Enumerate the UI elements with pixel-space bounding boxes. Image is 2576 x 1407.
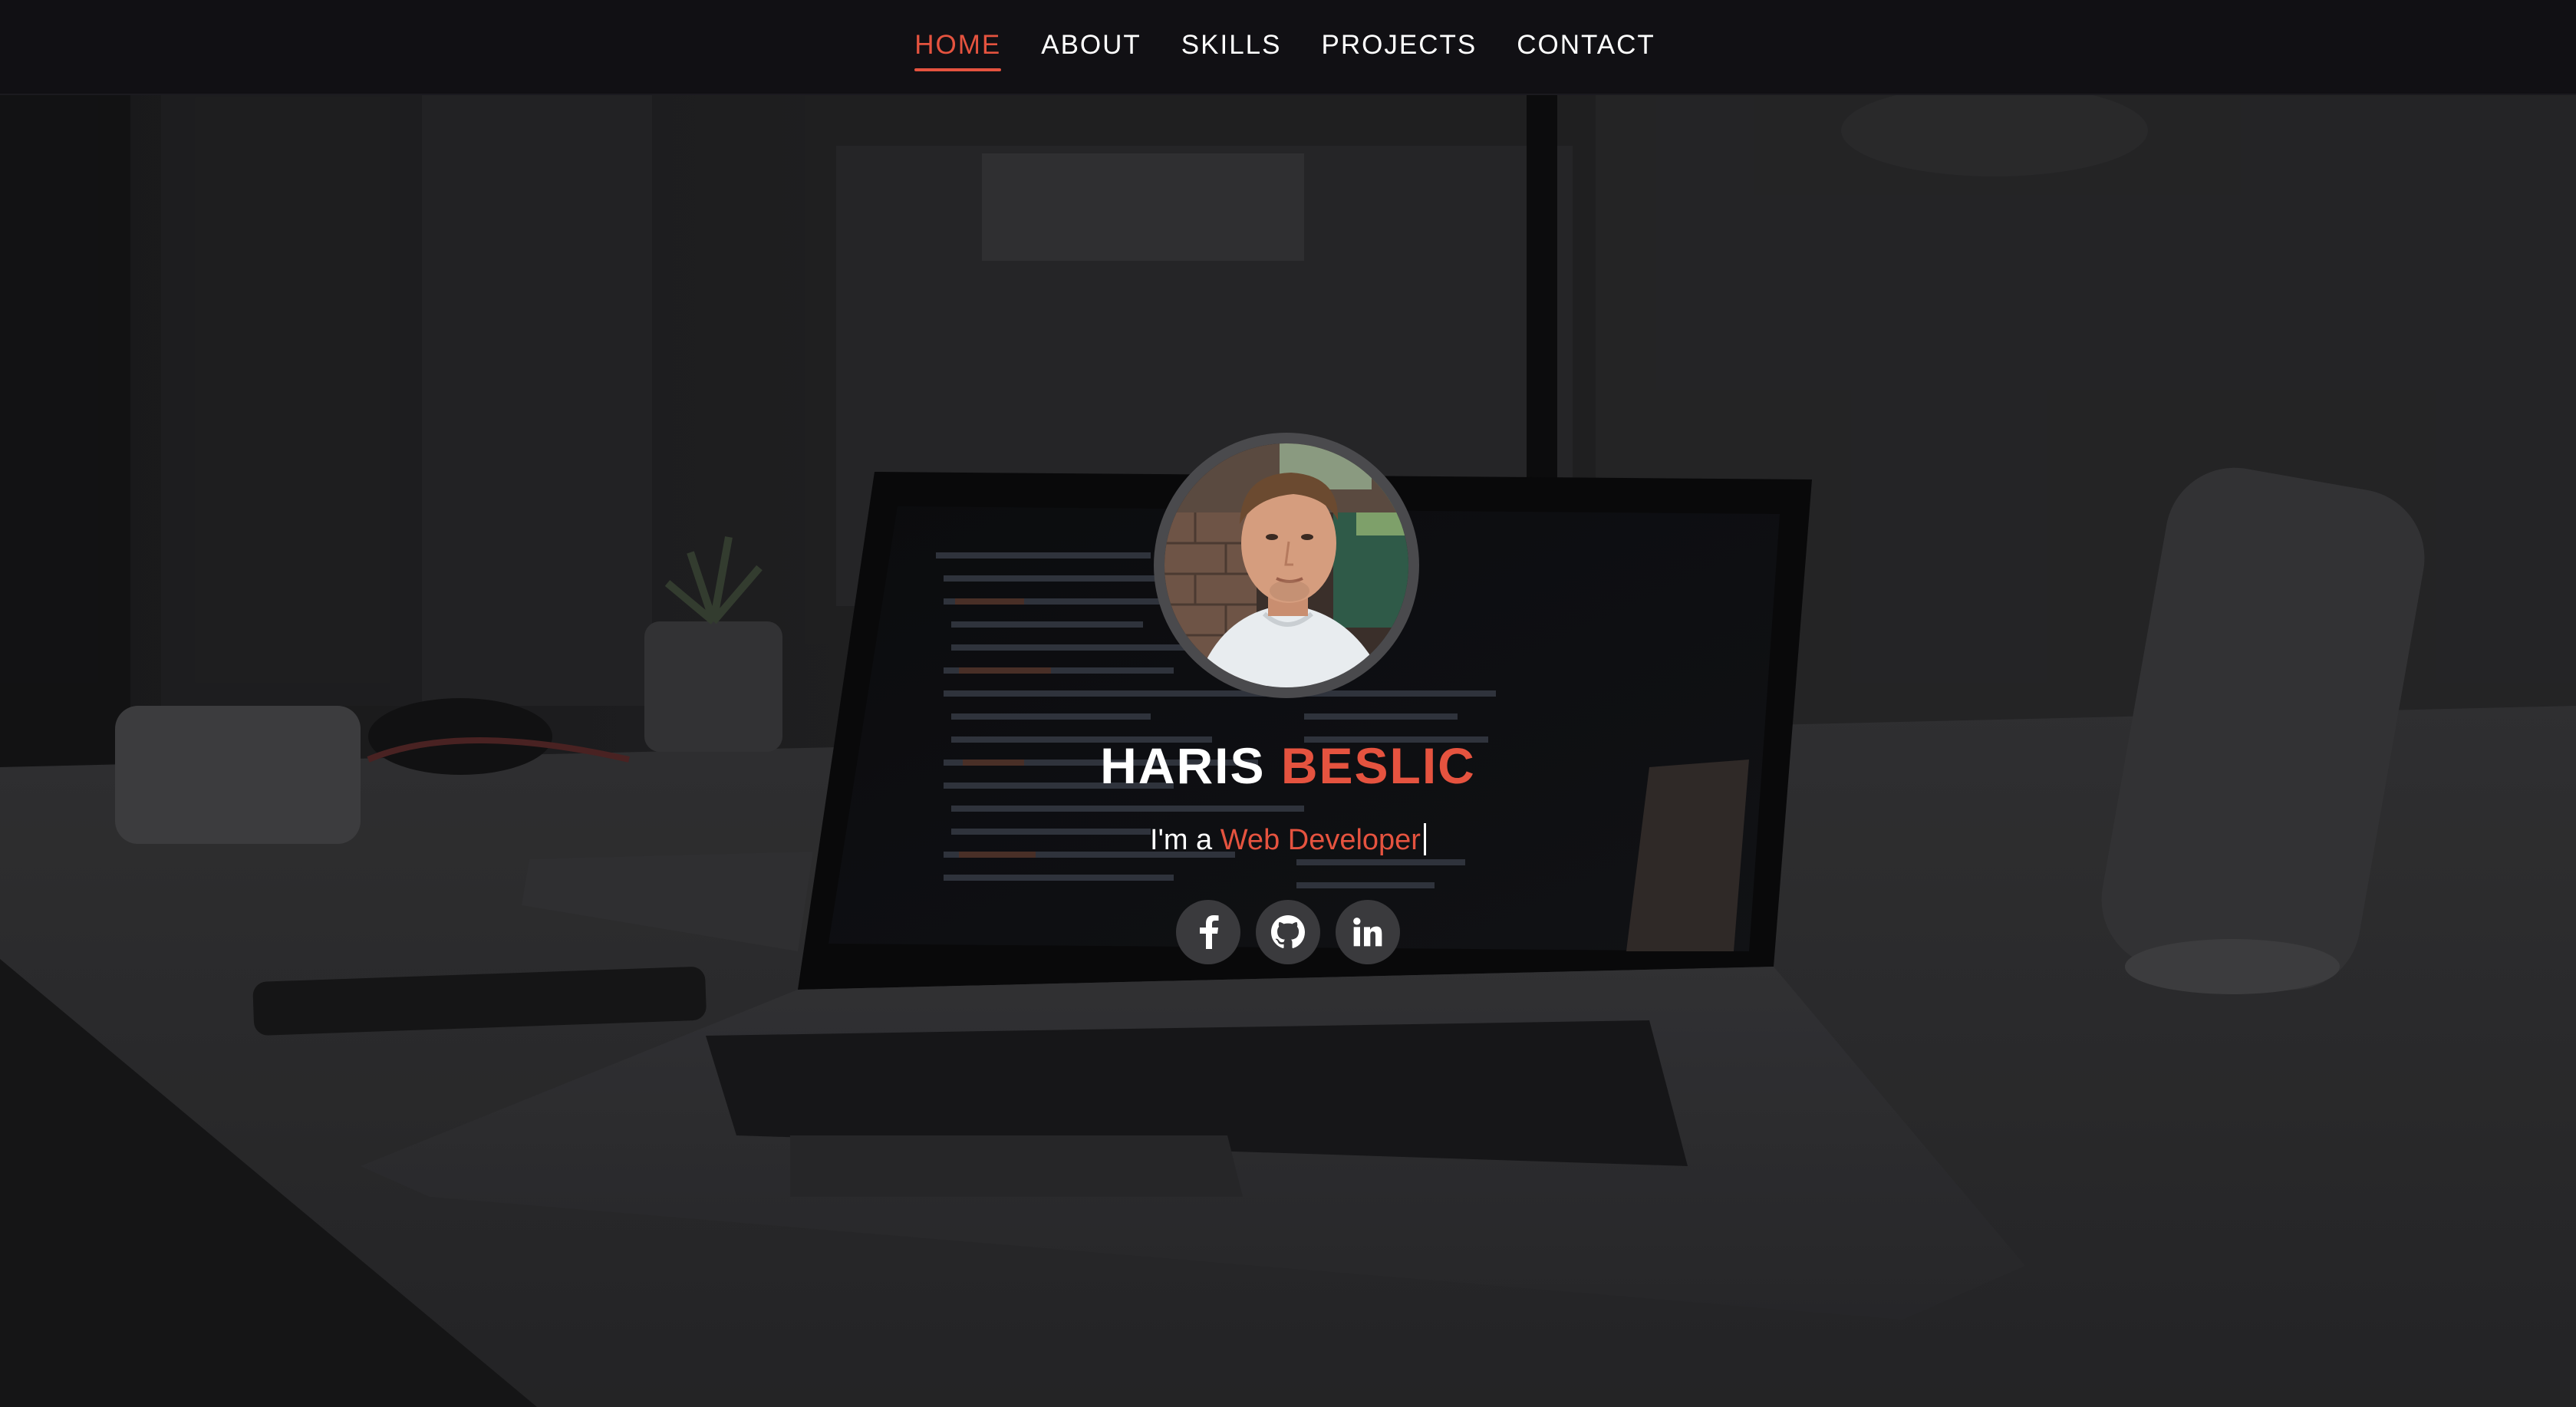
typing-cursor bbox=[1423, 823, 1426, 855]
avatar bbox=[1164, 443, 1408, 687]
nav-list: HOME ABOUT SKILLS PROJECTS CONTACT bbox=[914, 24, 1655, 71]
hero-tagline: I'm a Web Developer bbox=[0, 821, 2576, 859]
page: HOME ABOUT SKILLS PROJECTS CONTACT HARIS… bbox=[0, 0, 2576, 1407]
nav-item-home[interactable]: HOME bbox=[914, 24, 1002, 71]
hero-first-name: HARIS bbox=[1100, 737, 1266, 794]
facebook-icon bbox=[1200, 915, 1219, 949]
profile-photo bbox=[1164, 443, 1408, 687]
nav-item-projects[interactable]: PROJECTS bbox=[1322, 24, 1477, 70]
github-button[interactable] bbox=[1256, 900, 1320, 964]
nav-item-contact[interactable]: CONTACT bbox=[1517, 24, 1655, 70]
tagline-role: Web Developer bbox=[1220, 824, 1421, 856]
tagline-prefix: I'm a bbox=[1150, 824, 1220, 856]
hero-name: HARIS BESLIC bbox=[0, 735, 2576, 796]
linkedin-button[interactable] bbox=[1336, 900, 1400, 964]
facebook-button[interactable] bbox=[1176, 900, 1240, 964]
navbar: HOME ABOUT SKILLS PROJECTS CONTACT bbox=[0, 0, 2576, 95]
nav-item-skills[interactable]: SKILLS bbox=[1181, 24, 1282, 70]
hero-section: HARIS BESLIC I'm a Web Developer bbox=[0, 0, 2576, 1407]
nav-item-about[interactable]: ABOUT bbox=[1041, 24, 1141, 70]
linkedin-icon bbox=[1353, 918, 1382, 947]
avatar-ring bbox=[1154, 433, 1419, 698]
social-links bbox=[0, 900, 2576, 964]
hero-last-name: BESLIC bbox=[1280, 737, 1476, 794]
github-icon bbox=[1271, 915, 1305, 948]
